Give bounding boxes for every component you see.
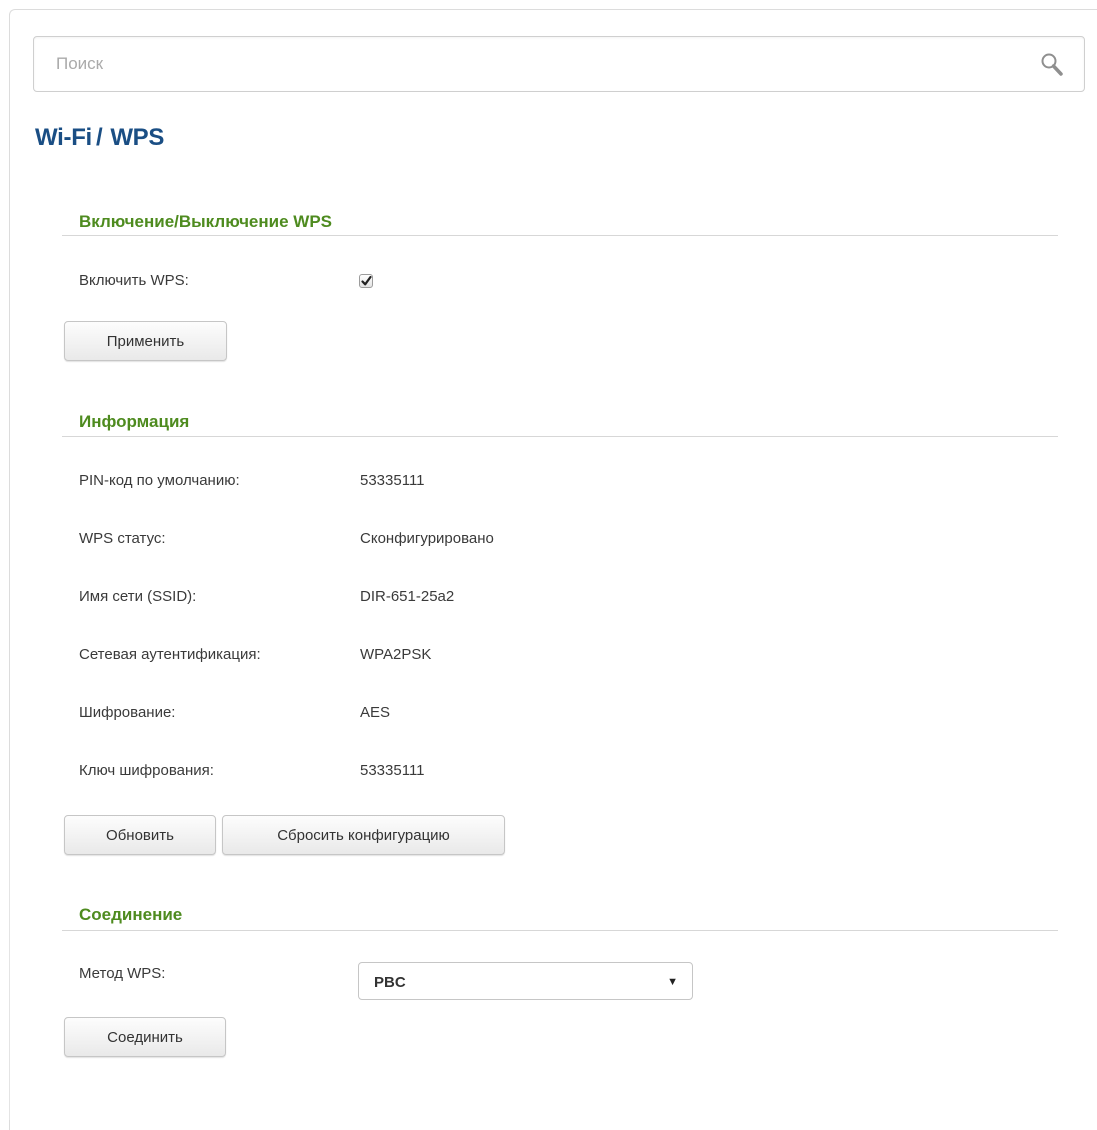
search-input[interactable]	[34, 37, 1014, 91]
wps-method-label: Метод WPS:	[79, 965, 166, 982]
page-title: Wi-Fi / WPS	[35, 124, 164, 152]
section-title-info: Информация	[79, 412, 190, 431]
info-value-status: Сконфигурировано	[360, 530, 494, 547]
refresh-button[interactable]: Обновить	[64, 815, 216, 855]
info-label-pin: PIN-код по умолчанию:	[79, 472, 240, 489]
checkmark-icon	[361, 275, 372, 286]
apply-button[interactable]: Применить	[64, 321, 227, 361]
wps-method-select[interactable]: PBC ▼	[358, 962, 693, 1000]
info-label-encryption: Шифрование:	[79, 704, 176, 721]
info-value-key: 53335111	[360, 762, 425, 779]
section-divider	[62, 235, 1058, 236]
section-divider	[62, 930, 1058, 931]
search-icon[interactable]	[1038, 51, 1066, 79]
info-label-key: Ключ шифрования:	[79, 762, 214, 779]
info-value-ssid: DIR-651-25a2	[360, 588, 455, 605]
section-divider	[62, 436, 1058, 437]
left-divider	[9, 820, 10, 1120]
info-label-status: WPS статус:	[79, 530, 166, 547]
dropdown-arrow-icon: ▼	[667, 976, 678, 988]
wps-method-value: PBC	[374, 974, 406, 991]
connect-button[interactable]: Соединить	[64, 1017, 226, 1057]
info-label-ssid: Имя сети (SSID):	[79, 588, 197, 605]
info-value-encryption: AES	[360, 704, 391, 721]
enable-wps-label: Включить WPS:	[79, 272, 189, 289]
info-value-pin: 53335111	[360, 472, 425, 489]
breadcrumb-page: WPS	[110, 124, 165, 151]
breadcrumb-separator: /	[95, 124, 103, 151]
info-value-auth: WPA2PSK	[360, 646, 432, 663]
search-box[interactable]	[33, 36, 1085, 92]
section-title-connect: Соединение	[79, 905, 183, 924]
enable-wps-checkbox[interactable]	[359, 274, 373, 288]
section-title-enable: Включение/Выключение WPS	[79, 212, 333, 231]
info-label-auth: Сетевая аутентификация:	[79, 646, 261, 663]
reset-config-button[interactable]: Сбросить конфигурацию	[222, 815, 505, 855]
breadcrumb-section[interactable]: Wi-Fi	[35, 124, 92, 151]
